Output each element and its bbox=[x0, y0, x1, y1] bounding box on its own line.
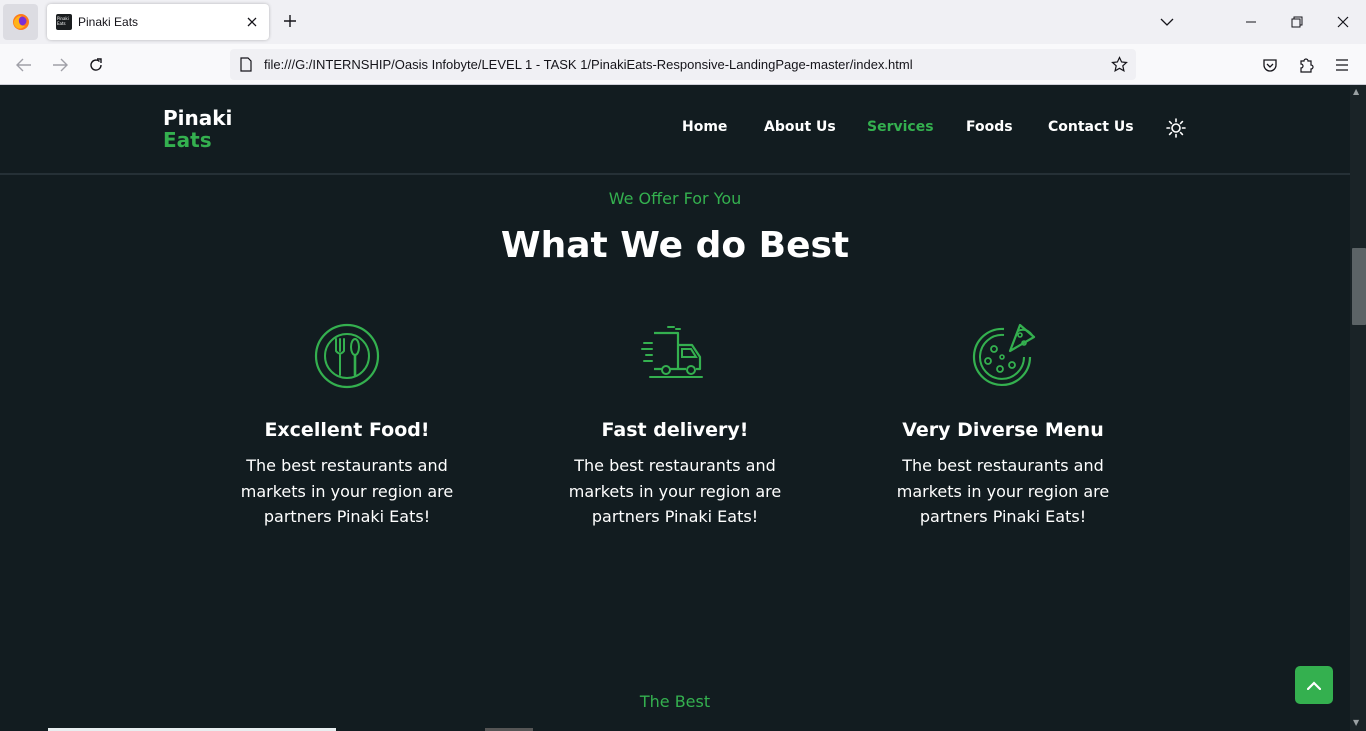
arrow-right-icon bbox=[53, 58, 68, 72]
back-button[interactable] bbox=[11, 52, 37, 78]
services-title: What We do Best bbox=[500, 225, 850, 266]
scrollbar-thumb[interactable] bbox=[1352, 248, 1366, 325]
reload-icon bbox=[90, 58, 102, 71]
restore-icon bbox=[1291, 16, 1303, 28]
chevron-down-icon bbox=[1160, 18, 1174, 26]
card-text: The best restaurants and markets in your… bbox=[896, 456, 1110, 526]
pocket-button[interactable] bbox=[1257, 52, 1283, 78]
browser-tab-bar: Pinaki Eats Pinaki Eats bbox=[0, 0, 1366, 44]
card-title: Excellent Food! bbox=[264, 419, 430, 441]
logo-text-accent: Eats bbox=[163, 128, 212, 152]
close-window-button[interactable] bbox=[1329, 8, 1357, 36]
site-favicon-icon: Pinaki Eats bbox=[56, 14, 72, 30]
logo-text-primary: Pinaki bbox=[163, 106, 233, 130]
service-card: Fast delivery! The best restaurants and … bbox=[555, 321, 795, 530]
app-menu-button[interactable] bbox=[1329, 52, 1355, 78]
delivery-truck-icon bbox=[641, 326, 703, 378]
tab-title: Pinaki Eats bbox=[78, 15, 139, 29]
minimize-icon bbox=[1246, 21, 1256, 23]
favicon-text: Pinaki Eats bbox=[57, 16, 69, 26]
restore-button[interactable] bbox=[1283, 8, 1311, 36]
card-text: The best restaurants and markets in your… bbox=[240, 456, 454, 526]
bookmark-star-icon[interactable] bbox=[1111, 56, 1128, 73]
nav-link-home[interactable]: Home bbox=[682, 119, 727, 135]
scroll-down-arrow-icon[interactable]: ▼ bbox=[1353, 718, 1359, 727]
address-bar[interactable]: file:///G:/INTERNSHIP/Oasis Infobyte/LEV… bbox=[230, 49, 1136, 80]
service-card: Excellent Food! The best restaurants and… bbox=[227, 321, 467, 530]
service-card: Very Diverse Menu The best restaurants a… bbox=[883, 321, 1123, 530]
plus-icon bbox=[284, 15, 296, 27]
nav-link-about-us[interactable]: About Us bbox=[764, 119, 836, 135]
scroll-up-arrow-icon[interactable]: ▲ bbox=[1353, 87, 1359, 96]
list-all-tabs-button[interactable] bbox=[1153, 8, 1181, 36]
nav-link-contact-us[interactable]: Contact Us bbox=[1048, 119, 1134, 135]
close-icon bbox=[1337, 16, 1349, 28]
pocket-icon bbox=[1263, 58, 1277, 72]
nav-link-foods[interactable]: Foods bbox=[966, 119, 1013, 135]
card-title: Fast delivery! bbox=[601, 419, 749, 441]
web-page: Pinaki Eats Home About Us Services Foods… bbox=[0, 85, 1366, 731]
firefox-icon bbox=[12, 14, 29, 30]
puzzle-icon bbox=[1300, 58, 1314, 73]
sun-icon bbox=[1166, 118, 1186, 138]
utensils-icon bbox=[314, 323, 380, 389]
minimize-button[interactable] bbox=[1237, 8, 1265, 36]
card-text: The best restaurants and markets in your… bbox=[568, 456, 782, 526]
site-header: Pinaki Eats Home About Us Services Foods… bbox=[0, 85, 1350, 175]
scroll-to-top-button[interactable] bbox=[1295, 666, 1333, 704]
new-tab-button[interactable] bbox=[279, 10, 301, 32]
forward-button[interactable] bbox=[47, 52, 73, 78]
firefox-menu-button[interactable] bbox=[3, 4, 38, 40]
url-text: file:///G:/INTERNSHIP/Oasis Infobyte/LEV… bbox=[264, 57, 913, 72]
page-icon bbox=[240, 57, 252, 72]
arrow-left-icon bbox=[16, 58, 31, 72]
extensions-button[interactable] bbox=[1293, 52, 1319, 78]
next-section-subtitle: The Best bbox=[639, 692, 711, 711]
page-scrollbar[interactable]: ▲ ▼ bbox=[1350, 85, 1366, 731]
card-title: Very Diverse Menu bbox=[902, 419, 1104, 441]
browser-tab[interactable]: Pinaki Eats Pinaki Eats bbox=[47, 4, 269, 40]
browser-nav-bar: file:///G:/INTERNSHIP/Oasis Infobyte/LEV… bbox=[0, 44, 1366, 85]
theme-toggle-button[interactable] bbox=[1165, 117, 1187, 139]
tab-close-icon[interactable] bbox=[243, 13, 261, 31]
hamburger-menu-icon bbox=[1336, 59, 1348, 71]
site-logo[interactable]: Pinaki Eats bbox=[163, 107, 232, 151]
nav-link-services[interactable]: Services bbox=[867, 119, 934, 135]
chevron-up-icon bbox=[1307, 680, 1321, 690]
services-subtitle: We Offer For You bbox=[608, 189, 742, 208]
reload-button[interactable] bbox=[83, 52, 109, 78]
pizza-icon bbox=[972, 323, 1036, 387]
